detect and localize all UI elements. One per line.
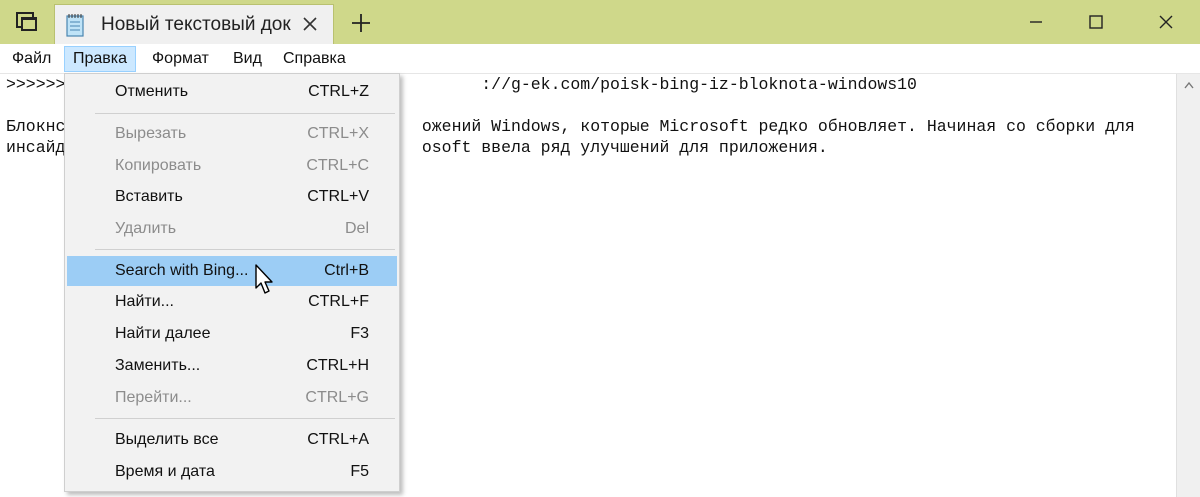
menu-separator [95, 418, 395, 419]
menu-item-shortcut: CTRL+V [307, 188, 369, 205]
menu-item-label: Перейти... [115, 389, 192, 406]
menu-item-shortcut: CTRL+G [305, 389, 369, 406]
new-tab-icon[interactable] [344, 8, 378, 38]
menu-item-cut[interactable]: Вырезать CTRL+X [67, 119, 397, 149]
menu-help[interactable]: Справка [275, 46, 354, 72]
maximize-icon[interactable] [1066, 0, 1126, 44]
mouse-pointer-icon [255, 264, 273, 294]
notepad-tab[interactable]: Новый текстовый док [54, 4, 334, 44]
menu-view[interactable]: Вид [225, 46, 270, 72]
menu-item-undo[interactable]: Отменить CTRL+Z [67, 77, 397, 107]
menu-item-label: Найти... [115, 293, 174, 310]
menu-item-select-all[interactable]: Выделить все CTRL+A [67, 425, 397, 455]
menu-item-shortcut: CTRL+H [306, 357, 369, 374]
menu-item-time-date[interactable]: Время и дата F5 [67, 457, 397, 487]
menu-item-replace[interactable]: Заменить... CTRL+H [67, 351, 397, 381]
menu-file[interactable]: Файл [4, 46, 59, 72]
notepad-icon [65, 13, 87, 37]
menu-item-label: Вырезать [115, 125, 187, 142]
menu-item-label: Вставить [115, 188, 183, 205]
menu-item-shortcut: F5 [350, 463, 369, 480]
menu-item-shortcut: CTRL+C [306, 157, 369, 174]
menu-item-label: Search with Bing... [115, 262, 249, 279]
tab-title: Новый текстовый док [101, 13, 291, 35]
edit-menu-dropdown: Отменить CTRL+Z Вырезать CTRL+X Копирова… [64, 73, 400, 492]
close-tab-icon[interactable] [297, 11, 323, 37]
minimize-icon[interactable] [1006, 0, 1066, 44]
menu-item-label: Время и дата [115, 463, 215, 480]
menu-separator [95, 249, 395, 250]
menu-item-shortcut: Ctrl+B [324, 262, 369, 279]
menu-format[interactable]: Формат [144, 46, 217, 72]
menu-item-shortcut: CTRL+A [307, 431, 369, 448]
menu-item-search-with-bing[interactable]: Search with Bing... Ctrl+B [67, 256, 397, 286]
menu-item-label: Копировать [115, 157, 202, 174]
vertical-scrollbar[interactable] [1176, 74, 1200, 497]
menu-edit[interactable]: Правка [64, 46, 137, 72]
menu-item-find[interactable]: Найти... CTRL+F [67, 287, 397, 317]
menu-item-label: Заменить... [115, 357, 201, 374]
menu-bar: Файл Правка Формат Вид Справка [0, 44, 1200, 74]
menu-item-label: Найти далее [115, 325, 211, 342]
menu-item-label: Удалить [115, 220, 177, 237]
menu-item-find-next[interactable]: Найти далее F3 [67, 319, 397, 349]
menu-item-label: Отменить [115, 83, 189, 100]
menu-item-shortcut: CTRL+X [307, 125, 369, 142]
menu-item-copy[interactable]: Копировать CTRL+C [67, 151, 397, 181]
task-view-icon[interactable] [0, 0, 54, 44]
menu-item-shortcut: F3 [350, 325, 369, 342]
menu-item-label: Выделить все [115, 431, 219, 448]
menu-item-paste[interactable]: Вставить CTRL+V [67, 182, 397, 212]
scroll-up-icon[interactable] [1177, 74, 1200, 96]
title-bar: Новый текстовый док [0, 0, 1200, 44]
menu-item-delete[interactable]: Удалить Del [67, 214, 397, 244]
menu-item-shortcut: Del [344, 220, 369, 237]
menu-item-shortcut: CTRL+Z [308, 83, 369, 100]
menu-separator [95, 113, 395, 114]
menu-item-shortcut: CTRL+F [308, 293, 369, 310]
close-window-icon[interactable] [1136, 0, 1196, 44]
menu-item-goto[interactable]: Перейти... CTRL+G [67, 383, 397, 413]
